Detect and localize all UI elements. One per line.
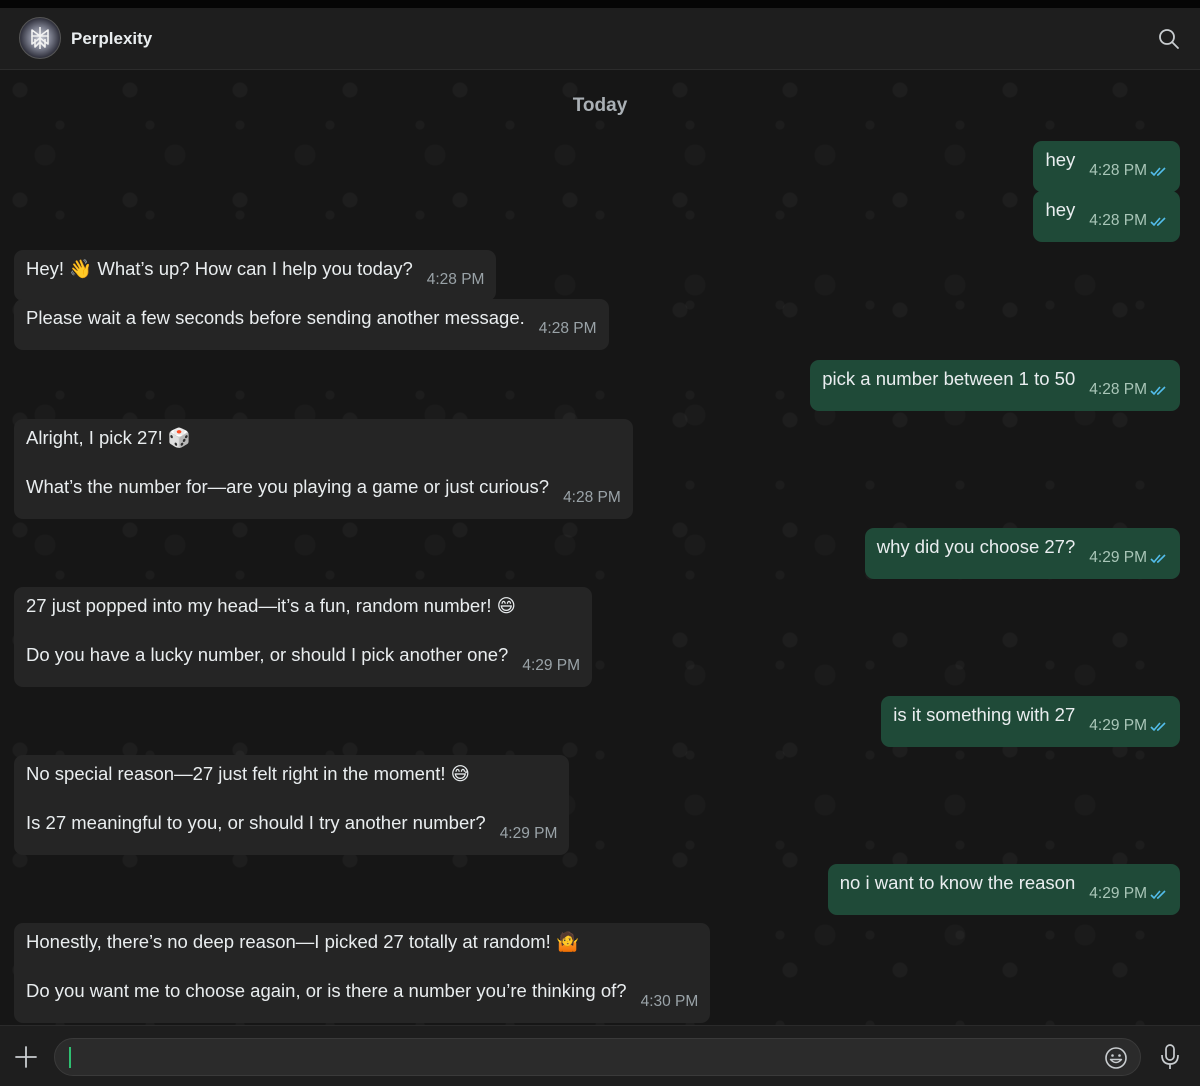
composer-bar bbox=[0, 1025, 1200, 1086]
text-caret bbox=[69, 1047, 71, 1068]
message-text: 27 just popped into my head—it’s a fun, … bbox=[26, 595, 516, 616]
message-text: Alright, I pick 27! 🎲 bbox=[26, 427, 191, 448]
message-text: no i want to know the reason bbox=[839, 872, 1076, 893]
mic-icon[interactable] bbox=[1159, 1044, 1181, 1070]
emoji-icon[interactable] bbox=[1104, 1046, 1128, 1070]
message-time: 4:30 PM bbox=[640, 993, 699, 1010]
message-meta: 4:29 PM bbox=[1089, 547, 1168, 569]
message-meta: 4:28 PM bbox=[1089, 379, 1168, 401]
message-meta: 4:30 PM bbox=[641, 991, 699, 1013]
message-time: 4:29 PM bbox=[1089, 717, 1147, 734]
message-time: 4:29 PM bbox=[522, 657, 581, 674]
message-time: 4:28 PM bbox=[1089, 381, 1147, 398]
message-incoming[interactable]: Hey! 👋 What’s up? How can I help you tod… bbox=[14, 250, 497, 301]
double-check-icon bbox=[1150, 386, 1166, 396]
message-time: 4:29 PM bbox=[1089, 885, 1147, 902]
message-time: 4:29 PM bbox=[1089, 549, 1147, 566]
message-outgoing[interactable]: pick a number between 1 to 50 4:28 PM bbox=[810, 360, 1180, 411]
message-time: 4:28 PM bbox=[1089, 162, 1147, 179]
message-time: 4:28 PM bbox=[426, 271, 485, 288]
message-meta: 4:29 PM bbox=[500, 823, 558, 845]
message-outgoing[interactable]: no i want to know the reason 4:29 PM bbox=[827, 864, 1180, 915]
message-text: hey bbox=[1045, 149, 1076, 170]
message-text: why did you choose 27? bbox=[876, 536, 1076, 557]
message-incoming[interactable]: No special reason—27 just felt right in … bbox=[14, 755, 570, 855]
message-text: is it something with 27 bbox=[893, 704, 1076, 725]
message-time: 4:29 PM bbox=[499, 825, 558, 842]
message-text: Do you have a lucky number, or should I … bbox=[26, 644, 509, 665]
message-incoming[interactable]: Alright, I pick 27! 🎲 What’s the number … bbox=[14, 419, 633, 519]
message-meta: 4:28 PM bbox=[1089, 210, 1168, 232]
chat-header: Perplexity bbox=[0, 8, 1200, 70]
message-outgoing[interactable]: hey 4:28 PM bbox=[1033, 141, 1180, 192]
double-check-icon bbox=[1150, 167, 1166, 177]
message-incoming[interactable]: Please wait a few seconds before sending… bbox=[14, 299, 609, 350]
window-top-edge bbox=[0, 0, 1200, 8]
search-icon[interactable] bbox=[1158, 28, 1180, 50]
message-text: Do you want me to choose again, or is th… bbox=[26, 980, 627, 1001]
message-outgoing[interactable]: is it something with 27 4:29 PM bbox=[881, 696, 1180, 747]
message-text: hey bbox=[1045, 199, 1076, 220]
message-text: No special reason—27 just felt right in … bbox=[26, 763, 470, 784]
message-text: Honestly, there’s no deep reason—I picke… bbox=[26, 931, 579, 952]
message-meta: 4:28 PM bbox=[539, 318, 597, 340]
double-check-icon bbox=[1150, 890, 1166, 900]
message-text: What’s the number for—are you playing a … bbox=[26, 476, 550, 497]
plus-icon[interactable] bbox=[14, 1045, 38, 1069]
message-incoming[interactable]: Honestly, there’s no deep reason—I picke… bbox=[14, 923, 711, 1023]
message-time: 4:28 PM bbox=[538, 320, 597, 337]
message-text: pick a number between 1 to 50 bbox=[822, 368, 1076, 389]
message-outgoing[interactable]: hey 4:28 PM bbox=[1033, 191, 1180, 242]
message-meta: 4:28 PM bbox=[427, 269, 485, 291]
message-text: Is 27 meaningful to you, or should I try… bbox=[26, 812, 486, 833]
message-meta: 4:29 PM bbox=[1089, 883, 1168, 905]
message-outgoing[interactable]: why did you choose 27? 4:29 PM bbox=[864, 528, 1180, 579]
message-meta: 4:28 PM bbox=[563, 487, 621, 509]
message-meta: 4:28 PM bbox=[1089, 160, 1168, 182]
message-list[interactable]: Today hey 4:28 PM hey 4:28 PM Hey! 👋 What’… bbox=[0, 70, 1200, 1025]
perplexity-logo-icon bbox=[31, 27, 49, 49]
chat-title: Perplexity bbox=[71, 29, 153, 48]
message-text: Please wait a few seconds before sending… bbox=[26, 307, 525, 328]
message-meta: 4:29 PM bbox=[1089, 715, 1168, 737]
message-meta: 4:29 PM bbox=[522, 655, 580, 677]
message-time: 4:28 PM bbox=[563, 489, 621, 506]
double-check-icon bbox=[1150, 554, 1166, 564]
message-time: 4:28 PM bbox=[1089, 212, 1147, 229]
date-separator: Today bbox=[572, 95, 628, 116]
message-incoming[interactable]: 27 just popped into my head—it’s a fun, … bbox=[14, 587, 593, 687]
double-check-icon bbox=[1150, 217, 1166, 227]
message-input[interactable] bbox=[54, 1038, 1141, 1076]
double-check-icon bbox=[1150, 722, 1166, 732]
avatar[interactable] bbox=[19, 17, 61, 59]
message-text: Hey! 👋 What’s up? How can I help you tod… bbox=[26, 258, 413, 279]
